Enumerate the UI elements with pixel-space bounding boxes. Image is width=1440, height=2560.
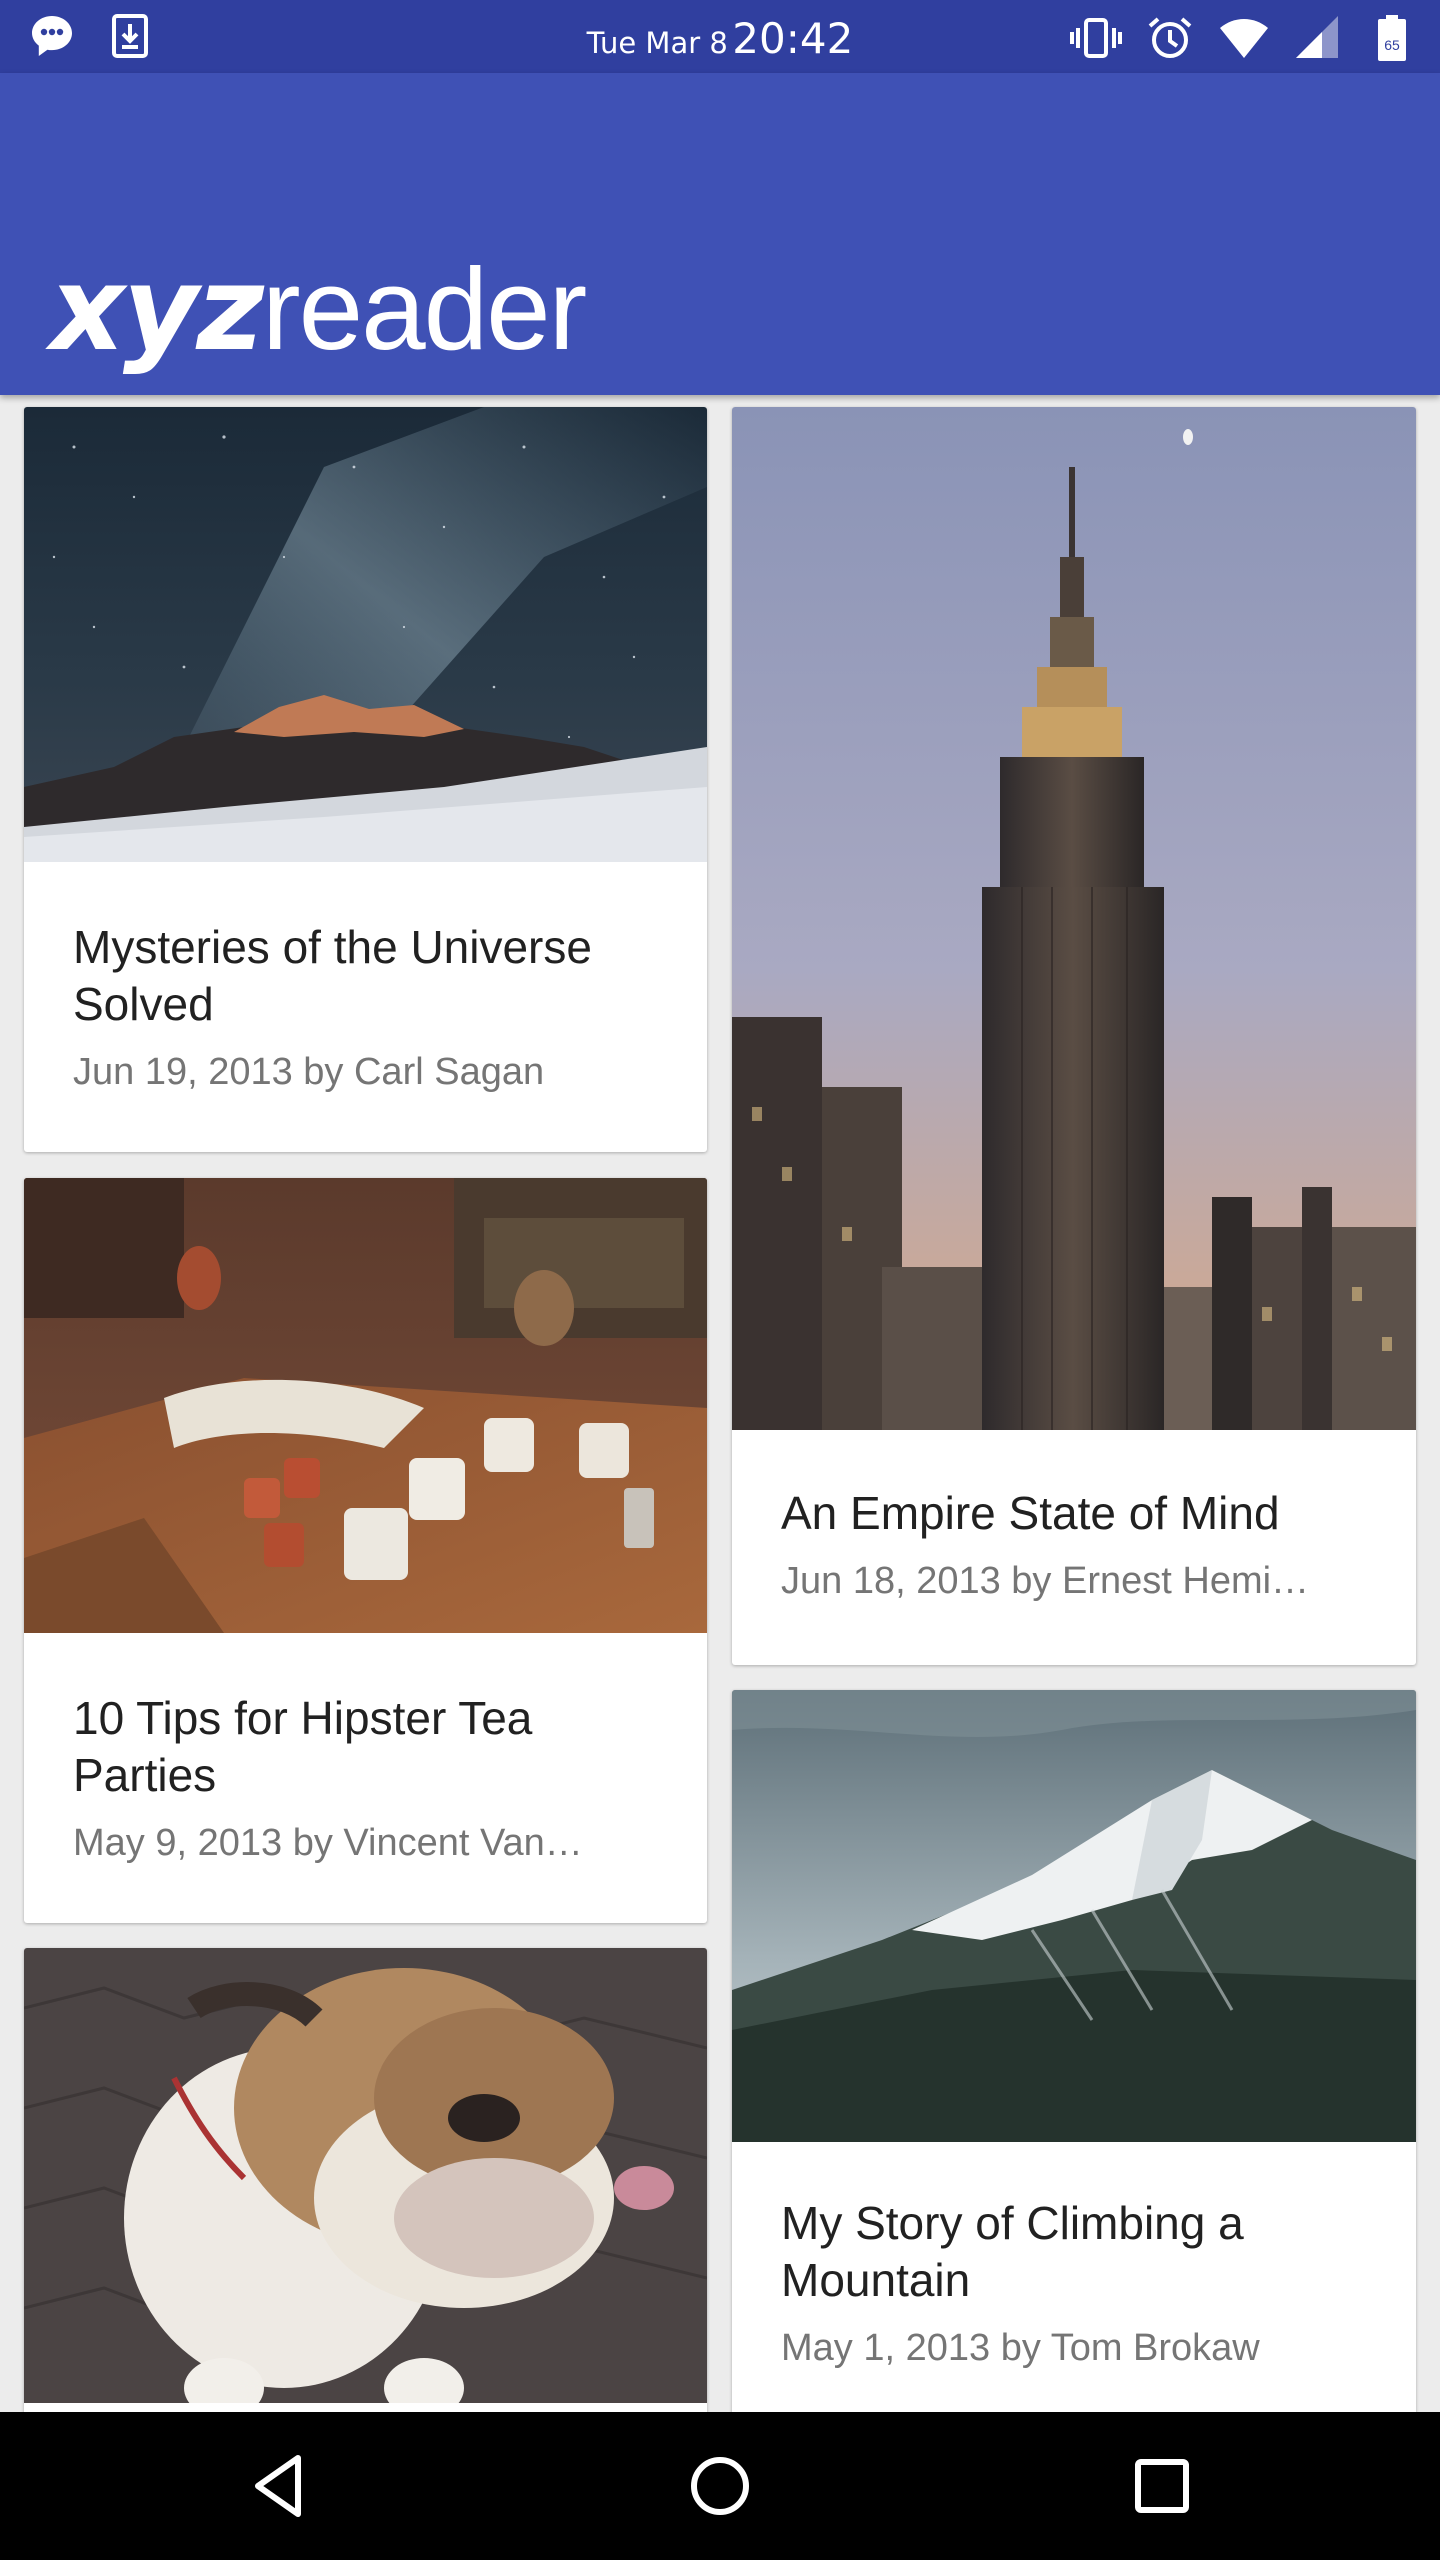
article-byline: May 1, 2013 by Tom Brokaw (781, 2327, 1260, 2369)
signal-icon (1296, 16, 1338, 58)
article-card[interactable]: 10 Tips for Hipster Tea Parties May 9, 2… (24, 1178, 707, 1923)
logo-light-text: reader (261, 244, 587, 374)
article-title: 10 Tips for Hipster Tea Parties (73, 1692, 533, 1801)
tea-cups-table-photo (24, 1178, 707, 1633)
starry-sky-mountain-photo (24, 407, 707, 862)
article-text: Mysteries of the Universe Solved Jun 19,… (73, 919, 658, 1095)
article-card[interactable]: An Empire State of Mind Jun 18, 2013 by … (732, 407, 1416, 1665)
home-icon[interactable] (680, 2446, 760, 2526)
status-bar: Tue Mar 8 20:42 65 (0, 0, 1440, 73)
article-byline: Jun 18, 2013 by Ernest Hemi… (781, 1560, 1310, 1602)
article-byline: May 9, 2013 by Vincent Van… (73, 1822, 583, 1864)
battery-icon: 65 (1378, 15, 1406, 61)
article-title: Mysteries of the Universe Solved (73, 921, 592, 1030)
app-logo: xyzreader (50, 251, 587, 368)
bulldog-photo (24, 1948, 707, 2403)
battery-level: 65 (1384, 37, 1400, 53)
app-bar: xyzreader (0, 73, 1440, 395)
article-text: 10 Tips for Hipster Tea Parties May 9, 2… (73, 1690, 658, 1866)
vibrate-icon (1070, 18, 1122, 58)
article-text: An Empire State of Mind Jun 18, 2013 by … (781, 1485, 1367, 1604)
article-text: My Story of Climbing a Mountain May 1, 2… (781, 2195, 1367, 2371)
recents-icon[interactable] (1122, 2446, 1202, 2526)
article-card[interactable]: My Story of Climbing a Mountain May 1, 2… (732, 1690, 1416, 2435)
alarm-icon (1148, 17, 1192, 58)
article-card[interactable] (24, 1948, 707, 2428)
wifi-icon (1220, 19, 1268, 58)
article-title: My Story of Climbing a Mountain (781, 2197, 1244, 2306)
back-icon[interactable] (240, 2446, 320, 2526)
logo-bold-text: xyz (50, 242, 264, 377)
status-time: 20:42 (732, 14, 854, 63)
article-byline: Jun 19, 2013 by Carl Sagan (73, 1051, 545, 1093)
article-title: An Empire State of Mind (781, 1487, 1280, 1539)
status-date: Tue Mar 8 (586, 26, 728, 60)
article-card[interactable]: Mysteries of the Universe Solved Jun 19,… (24, 407, 707, 1152)
empire-state-building-photo (732, 407, 1416, 1430)
navigation-bar (0, 2412, 1440, 2560)
snowy-mountain-photo (732, 1690, 1416, 2142)
